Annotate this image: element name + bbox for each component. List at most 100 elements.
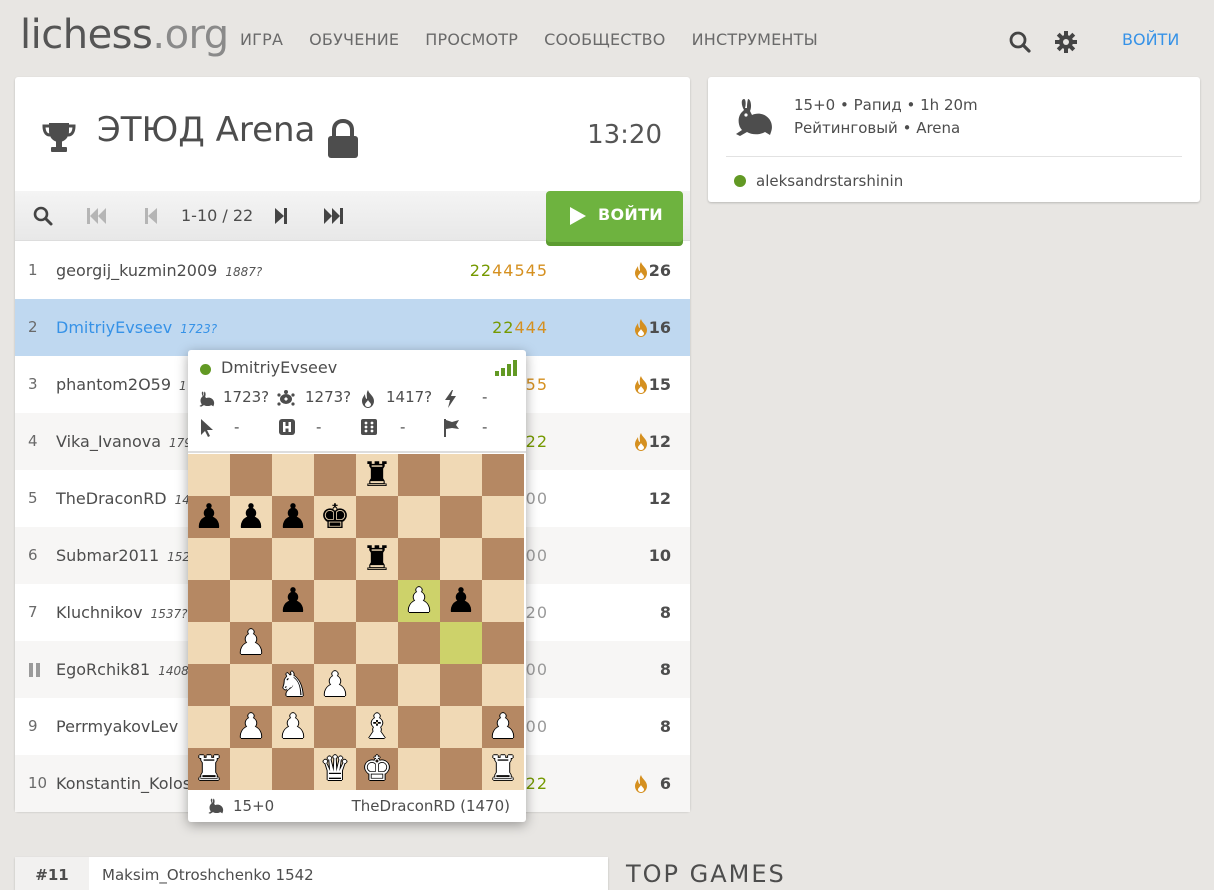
- white-pawn-icon[interactable]: ♟: [230, 622, 272, 664]
- square-d2[interactable]: [314, 706, 356, 748]
- square-b8[interactable]: [230, 454, 272, 496]
- square-b6[interactable]: [230, 538, 272, 580]
- first-page-icon[interactable]: [85, 205, 109, 227]
- search-player-icon[interactable]: [31, 205, 55, 227]
- white-knight-icon[interactable]: ♞: [272, 664, 314, 706]
- white-pawn-icon[interactable]: ♟: [482, 706, 524, 748]
- player-name[interactable]: Konstantin_Kolosh: [56, 774, 201, 793]
- player-name[interactable]: Kluchnikov 1537?: [56, 603, 187, 622]
- square-f1[interactable]: [398, 748, 440, 790]
- nav-community[interactable]: СООБЩЕСТВО: [544, 30, 665, 49]
- white-pawn-icon[interactable]: ♟: [398, 580, 440, 622]
- login-link[interactable]: ВОЙТИ: [1122, 30, 1179, 49]
- white-pawn-icon[interactable]: ♟: [230, 706, 272, 748]
- black-pawn-icon[interactable]: ♟: [272, 496, 314, 538]
- square-a8[interactable]: [188, 454, 230, 496]
- square-f8[interactable]: [398, 454, 440, 496]
- square-c8[interactable]: [272, 454, 314, 496]
- nav-play[interactable]: ИГРА: [240, 30, 283, 49]
- last-page-icon[interactable]: [321, 205, 345, 227]
- square-b3[interactable]: [230, 664, 272, 706]
- white-bishop-icon[interactable]: ♝: [356, 706, 398, 748]
- square-g8[interactable]: [440, 454, 482, 496]
- square-a3[interactable]: [188, 664, 230, 706]
- next-page-icon[interactable]: [269, 205, 293, 227]
- nav-learn[interactable]: ОБУЧЕНИЕ: [309, 30, 399, 49]
- square-h5[interactable]: [482, 580, 524, 622]
- square-d5[interactable]: [314, 580, 356, 622]
- player-name[interactable]: TheDraconRD 14: [56, 489, 190, 508]
- black-rook-icon[interactable]: ♜: [356, 538, 398, 580]
- white-pawn-icon[interactable]: ♟: [314, 664, 356, 706]
- square-h4[interactable]: [482, 622, 524, 664]
- square-a6[interactable]: [188, 538, 230, 580]
- player-name[interactable]: phantom2O59 1: [56, 375, 187, 394]
- square-f6[interactable]: [398, 538, 440, 580]
- black-rook-icon[interactable]: ♜: [356, 454, 398, 496]
- square-b5[interactable]: [230, 580, 272, 622]
- square-a4[interactable]: [188, 622, 230, 664]
- gear-icon[interactable]: [1054, 30, 1078, 54]
- nav-watch[interactable]: ПРОСМОТР: [425, 30, 518, 49]
- black-king-icon[interactable]: ♚: [314, 496, 356, 538]
- square-f3[interactable]: [398, 664, 440, 706]
- square-d4[interactable]: [314, 622, 356, 664]
- popup-player-name[interactable]: DmitriyEvseev: [221, 358, 337, 377]
- join-button[interactable]: ВОЙТИ: [546, 191, 683, 243]
- white-queen-icon[interactable]: ♛: [314, 748, 356, 790]
- standings-row[interactable]: 2 DmitriyEvseev 1723? 22444 16: [15, 299, 690, 356]
- black-pawn-icon[interactable]: ♟: [272, 580, 314, 622]
- search-icon[interactable]: [1008, 30, 1032, 54]
- creator-link[interactable]: aleksandrstarshinin: [756, 172, 903, 190]
- player-name[interactable]: Vika_Ivanova 179: [56, 432, 192, 451]
- square-g4[interactable]: [440, 622, 482, 664]
- square-h7[interactable]: [482, 496, 524, 538]
- square-e4[interactable]: [356, 622, 398, 664]
- player-name[interactable]: georgij_kuzmin2009 1887?: [56, 261, 262, 280]
- square-a5[interactable]: [188, 580, 230, 622]
- square-h6[interactable]: [482, 538, 524, 580]
- square-c4[interactable]: [272, 622, 314, 664]
- chess-board[interactable]: ♜ ♟ ♟ ♟ ♚ ♜ ♟ ♟ ♟ ♟ ♞ ♟ ♟ ♟ ♝ ♟ ♜ ♛ ♚ ♜: [188, 454, 524, 790]
- black-pawn-icon[interactable]: ♟: [230, 496, 272, 538]
- player-name[interactable]: DmitriyEvseev 1723?: [56, 318, 217, 337]
- standings-row[interactable]: 1 georgij_kuzmin2009 1887? 2244545 26: [15, 242, 690, 299]
- prev-page-icon[interactable]: [139, 205, 163, 227]
- square-f2[interactable]: [398, 706, 440, 748]
- tournament-header: ЭТЮД Arena 13:20: [15, 77, 690, 191]
- sheet-point: 4: [525, 318, 537, 337]
- my-rank-row[interactable]: #11 Maksim_Otroshchenko 1542: [15, 857, 608, 890]
- nav-tools[interactable]: ИНСТРУМЕНТЫ: [692, 30, 818, 49]
- square-g3[interactable]: [440, 664, 482, 706]
- square-g6[interactable]: [440, 538, 482, 580]
- white-pawn-icon[interactable]: ♟: [272, 706, 314, 748]
- white-rook-icon[interactable]: ♜: [188, 748, 230, 790]
- black-pawn-icon[interactable]: ♟: [188, 496, 230, 538]
- opponent-link[interactable]: TheDraconRD (1470): [352, 797, 510, 815]
- black-pawn-icon[interactable]: ♟: [440, 580, 482, 622]
- player-rank: 6: [28, 546, 38, 564]
- square-g2[interactable]: [440, 706, 482, 748]
- square-g1[interactable]: [440, 748, 482, 790]
- square-c1[interactable]: [272, 748, 314, 790]
- square-d8[interactable]: [314, 454, 356, 496]
- square-f7[interactable]: [398, 496, 440, 538]
- site-logo[interactable]: lichess.org: [20, 12, 229, 58]
- square-b1[interactable]: [230, 748, 272, 790]
- square-h8[interactable]: [482, 454, 524, 496]
- white-rook-icon[interactable]: ♜: [482, 748, 524, 790]
- square-e5[interactable]: [356, 580, 398, 622]
- square-a2[interactable]: [188, 706, 230, 748]
- player-name[interactable]: EgoRchik81 1408: [56, 660, 189, 679]
- white-king-icon[interactable]: ♚: [356, 748, 398, 790]
- square-c6[interactable]: [272, 538, 314, 580]
- player-name[interactable]: PerrmyakovLev: [56, 717, 178, 736]
- player-name[interactable]: Submar2011 152: [56, 546, 190, 565]
- square-d6[interactable]: [314, 538, 356, 580]
- square-e3[interactable]: [356, 664, 398, 706]
- square-e7[interactable]: [356, 496, 398, 538]
- square-f4[interactable]: [398, 622, 440, 664]
- square-h3[interactable]: [482, 664, 524, 706]
- flag-icon: [444, 419, 459, 437]
- square-g7[interactable]: [440, 496, 482, 538]
